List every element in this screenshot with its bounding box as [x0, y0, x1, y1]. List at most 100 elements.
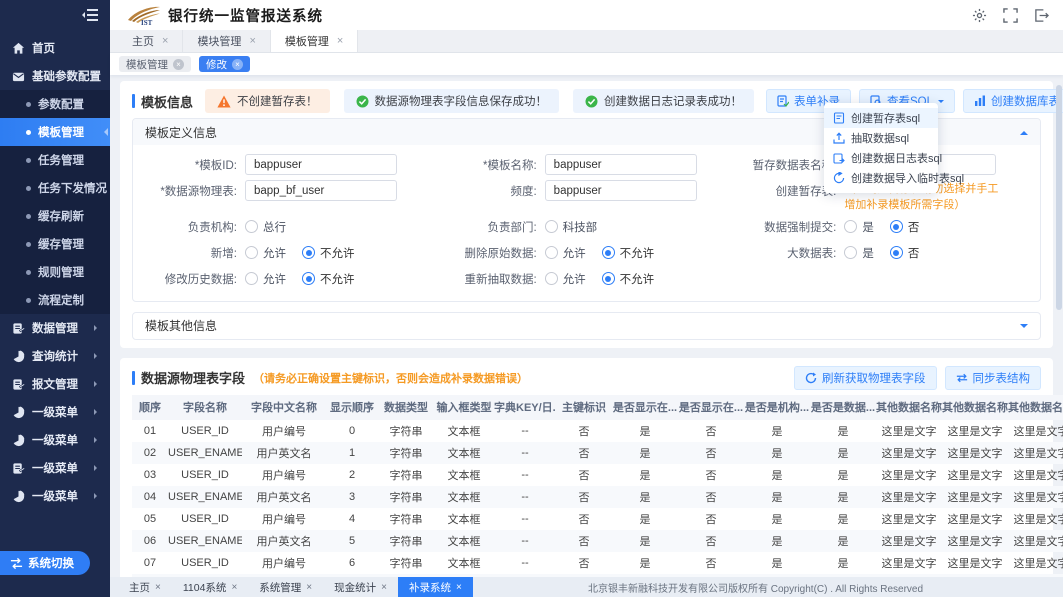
field-input[interactable]: [245, 154, 397, 175]
radio-option[interactable]: 允许: [245, 268, 286, 287]
bottom-tab-4[interactable]: 补录系统×: [398, 577, 473, 597]
bottom-tab-1[interactable]: 1104系统×: [172, 577, 248, 597]
close-icon[interactable]: ×: [155, 582, 161, 593]
tab-2[interactable]: 模板管理×: [271, 30, 358, 52]
close-icon[interactable]: ×: [456, 582, 462, 593]
radio-option[interactable]: 允许: [245, 242, 286, 261]
radio-option[interactable]: 不允许: [302, 242, 355, 261]
radio-option[interactable]: 科技部: [545, 216, 598, 235]
sidebar-item-8[interactable]: 规则管理: [0, 258, 110, 286]
sidebar-item-13[interactable]: 一级菜单: [0, 398, 110, 426]
sql-menu-item-2[interactable]: 创建数据日志表sql: [824, 148, 938, 168]
column-header[interactable]: 数据类型: [378, 395, 434, 420]
table-cell: 否: [678, 442, 744, 464]
caret-right-icon: [94, 325, 100, 331]
sidebar-item-12[interactable]: 报文管理: [0, 370, 110, 398]
collapse-up-icon[interactable]: [1020, 127, 1028, 135]
create-db-table-button[interactable]: 创建数据库表: [963, 89, 1063, 113]
close-icon[interactable]: ×: [337, 35, 343, 47]
sidebar-item-1[interactable]: 基础参数配置: [0, 62, 110, 90]
sidebar-item-0[interactable]: 首页: [0, 34, 110, 62]
table-row[interactable]: 07USER_ID用户编号6字符串文本框--否是否是是这里是文字这里是文字这里是…: [132, 552, 1063, 574]
close-icon[interactable]: ×: [306, 582, 312, 593]
breadcrumb-chip-1[interactable]: 修改×: [199, 56, 250, 72]
bottom-tab-3[interactable]: 现金统计×: [323, 577, 398, 597]
radio-option[interactable]: 总行: [245, 216, 286, 235]
table-row[interactable]: 05USER_ID用户编号4字符串文本框--否是否是是这里是文字这里是文字这里是…: [132, 508, 1063, 530]
sidebar-item-11[interactable]: 查询统计: [0, 342, 110, 370]
column-header[interactable]: 是否是数据...: [810, 395, 876, 420]
close-icon[interactable]: ×: [231, 582, 237, 593]
column-header[interactable]: 显示顺序: [326, 395, 378, 420]
sidebar-item-9[interactable]: 流程定制: [0, 286, 110, 314]
field-label: *数据源物理表:: [137, 180, 245, 199]
tab-1[interactable]: 模块管理×: [183, 30, 270, 52]
sidebar-item-5[interactable]: 任务下发情况: [0, 174, 110, 202]
template-other-header[interactable]: 模板其他信息: [133, 313, 1040, 339]
radio-option[interactable]: 允许: [545, 268, 586, 287]
radio-option[interactable]: 是: [844, 242, 874, 261]
sql-menu-item-0[interactable]: 创建暂存表sql: [824, 108, 938, 128]
table-row[interactable]: 04USER_ENAME用户英文名3字符串文本框--否是否是是这里是文字这里是文…: [132, 486, 1063, 508]
sidebar-item-3[interactable]: 模板管理: [0, 118, 110, 146]
column-header[interactable]: 字段中文名称: [242, 395, 326, 420]
close-icon[interactable]: ×: [249, 35, 255, 47]
radio-option[interactable]: 是: [844, 216, 874, 235]
system-switch-button[interactable]: 系统切换: [0, 551, 90, 575]
close-icon[interactable]: ×: [162, 35, 168, 47]
column-header[interactable]: 字典KEY/日...: [494, 395, 556, 420]
collapse-menu-icon[interactable]: [82, 8, 98, 22]
close-icon[interactable]: ×: [381, 582, 387, 593]
column-header[interactable]: 其他数据名称: [876, 395, 942, 420]
close-circle-icon[interactable]: ×: [173, 59, 184, 70]
refresh-fields-button[interactable]: 刷新获取物理表字段: [794, 366, 937, 390]
bottom-tab-0[interactable]: 主页×: [118, 577, 172, 597]
tab-0[interactable]: 主页×: [118, 30, 183, 52]
logout-icon[interactable]: [1034, 8, 1049, 23]
sidebar-item-4[interactable]: 任务管理: [0, 146, 110, 174]
collapse-down-icon[interactable]: [1020, 324, 1028, 332]
radio-option[interactable]: 不允许: [602, 242, 655, 261]
column-header[interactable]: 输入框类型: [434, 395, 494, 420]
field-input[interactable]: [545, 154, 697, 175]
column-header[interactable]: 字段名称: [168, 395, 242, 420]
table-row[interactable]: 06USER_ENAME用户英文名5字符串文本框--否是否是是这里是文字这里是文…: [132, 530, 1063, 552]
column-header[interactable]: 顺序: [132, 395, 168, 420]
radio-option[interactable]: 允许: [545, 242, 586, 261]
column-header[interactable]: 是否是机构...: [744, 395, 810, 420]
gear-icon[interactable]: [972, 8, 987, 23]
fullscreen-icon[interactable]: [1003, 8, 1018, 23]
close-circle-icon[interactable]: ×: [232, 59, 243, 70]
table-row[interactable]: 03USER_ID用户编号2字符串文本框--否是否是是这里是文字这里是文字这里是…: [132, 464, 1063, 486]
radio-option[interactable]: 不允许: [602, 268, 655, 287]
caret-right-icon: [94, 465, 100, 471]
sidebar-item-2[interactable]: 参数配置: [0, 90, 110, 118]
sidebar-item-7[interactable]: 缓存管理: [0, 230, 110, 258]
column-header[interactable]: 是否显示在...: [612, 395, 678, 420]
sidebar-item-10[interactable]: 数据管理: [0, 314, 110, 342]
sidebar-item-16[interactable]: 一级菜单: [0, 482, 110, 510]
column-header[interactable]: 其他数据名称: [1008, 395, 1063, 420]
sidebar-item-14[interactable]: 一级菜单: [0, 426, 110, 454]
field-input[interactable]: [245, 180, 397, 201]
sidebar-item-6[interactable]: 缓存刷新: [0, 202, 110, 230]
physical-fields-title: 数据源物理表字段: [132, 368, 245, 387]
bottom-tab-2[interactable]: 系统管理×: [248, 577, 323, 597]
table-row[interactable]: 02USER_ENAME用户英文名1字符串文本框--否是否是是这里是文字这里是文…: [132, 442, 1063, 464]
sidebar-item-15[interactable]: 一级菜单: [0, 454, 110, 482]
radio-option[interactable]: 否: [890, 242, 920, 261]
column-header[interactable]: 其他数据名称: [942, 395, 1008, 420]
field-input[interactable]: [545, 180, 697, 201]
sql-menu-item-3[interactable]: 创建数据导入临时表sql: [824, 168, 938, 188]
sync-structure-button[interactable]: 同步表结构: [945, 366, 1042, 390]
vertical-scrollbar[interactable]: [1056, 85, 1062, 310]
sql-menu-item-1[interactable]: 抽取数据sql: [824, 128, 938, 148]
column-header[interactable]: 是否显示在...: [678, 395, 744, 420]
radio-option[interactable]: 不允许: [302, 268, 355, 287]
radio-option[interactable]: 否: [890, 216, 920, 235]
system-switch-label: 系统切换: [28, 555, 74, 571]
column-header[interactable]: 主键标识: [556, 395, 612, 420]
table-row[interactable]: 01USER_ID用户编号0字符串文本框--否是否是是这里是文字这里是文字这里是…: [132, 420, 1063, 442]
table-cell: USER_ENAME: [168, 530, 242, 552]
breadcrumb-chip-0[interactable]: 模板管理×: [119, 56, 191, 72]
